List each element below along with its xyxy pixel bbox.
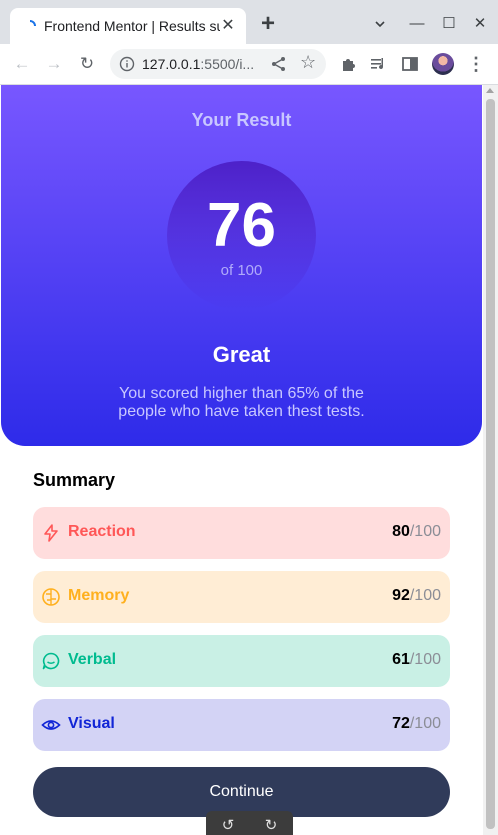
summary-item-score: 61/100 <box>392 651 441 668</box>
summary-item-reaction: Reaction 80/100 <box>33 507 450 559</box>
score-max: of 100 <box>220 262 263 279</box>
score-value: 76 <box>207 191 276 260</box>
extensions-puzzle-icon[interactable] <box>338 53 360 75</box>
summary-item-label: Memory <box>68 587 130 604</box>
floating-controls: ↺ ↻ <box>206 811 293 835</box>
summary-item-label: Visual <box>68 715 115 732</box>
summary-item-score: 80/100 <box>392 523 441 540</box>
reload-icon[interactable]: ↻ <box>75 52 99 76</box>
back-arrow-icon[interactable]: ← <box>10 52 34 76</box>
rotate-left-icon[interactable]: ↺ <box>219 817 237 835</box>
forward-arrow-icon[interactable]: → <box>42 52 66 76</box>
more-menu-icon[interactable]: ⋮ <box>466 52 486 76</box>
browser-toolbar: ← → ↻ 127.0.0.1:5500/i... ☆ ⋮ <box>0 44 498 85</box>
results-page: Your Result 76 of 100 Great You scored h… <box>0 85 483 835</box>
chat-bubble-icon <box>42 652 60 670</box>
summary-item-verbal: Verbal 61/100 <box>33 635 450 687</box>
url-text: 127.0.0.1:5500/i... <box>142 56 255 72</box>
new-tab-button[interactable]: + <box>256 12 280 37</box>
result-panel: Your Result 76 of 100 Great You scored h… <box>1 85 482 446</box>
tab-strip: Frontend Mentor | Results summary ✕ + — … <box>0 0 498 44</box>
maximize-button[interactable]: ☐ <box>437 12 461 36</box>
loading-icon <box>29 20 36 27</box>
close-tab-icon[interactable]: ✕ <box>218 16 238 36</box>
close-window-button[interactable]: ✕ <box>468 12 492 36</box>
lightning-icon <box>44 524 58 542</box>
summary-item-visual: Visual 72/100 <box>33 699 450 751</box>
grade-title: Great <box>212 342 271 367</box>
minimize-button[interactable]: — <box>405 12 429 36</box>
tab-title: Frontend Mentor | Results summary <box>44 18 220 34</box>
summary-item-label: Verbal <box>68 651 117 668</box>
score-circle: 76 of 100 <box>167 161 316 310</box>
summary-item-score: 72/100 <box>392 715 441 732</box>
continue-button[interactable]: Continue <box>33 767 450 817</box>
page-viewport: Your Result 76 of 100 Great You scored h… <box>0 85 498 835</box>
side-panel-icon[interactable] <box>399 53 421 75</box>
profile-avatar[interactable] <box>432 53 454 75</box>
address-bar[interactable]: 127.0.0.1:5500/i... ☆ <box>110 49 326 79</box>
info-icon[interactable] <box>119 56 135 72</box>
brain-icon <box>42 588 60 606</box>
browser-window: Frontend Mentor | Results summary ✕ + — … <box>0 0 498 835</box>
summary-item-memory: Memory 92/100 <box>33 571 450 623</box>
bookmark-star-icon[interactable]: ☆ <box>300 52 316 73</box>
scrollbar-thumb[interactable] <box>486 99 495 829</box>
share-icon[interactable] <box>270 55 288 73</box>
vertical-scrollbar[interactable] <box>483 85 498 835</box>
rotate-right-icon[interactable]: ↻ <box>262 817 280 835</box>
summary-item-score: 92/100 <box>392 587 441 604</box>
browser-tab[interactable]: Frontend Mentor | Results summary ✕ <box>10 8 246 44</box>
eye-icon <box>41 720 61 730</box>
grade-description: You scored higher than 65% of the people… <box>118 385 365 420</box>
media-queue-icon[interactable] <box>368 53 390 75</box>
scroll-up-arrow-icon[interactable] <box>486 88 494 93</box>
result-heading: Your Result <box>191 110 292 130</box>
chevron-down-icon[interactable] <box>368 12 392 36</box>
summary-item-label: Reaction <box>68 523 136 540</box>
summary-heading: Summary <box>33 470 116 490</box>
